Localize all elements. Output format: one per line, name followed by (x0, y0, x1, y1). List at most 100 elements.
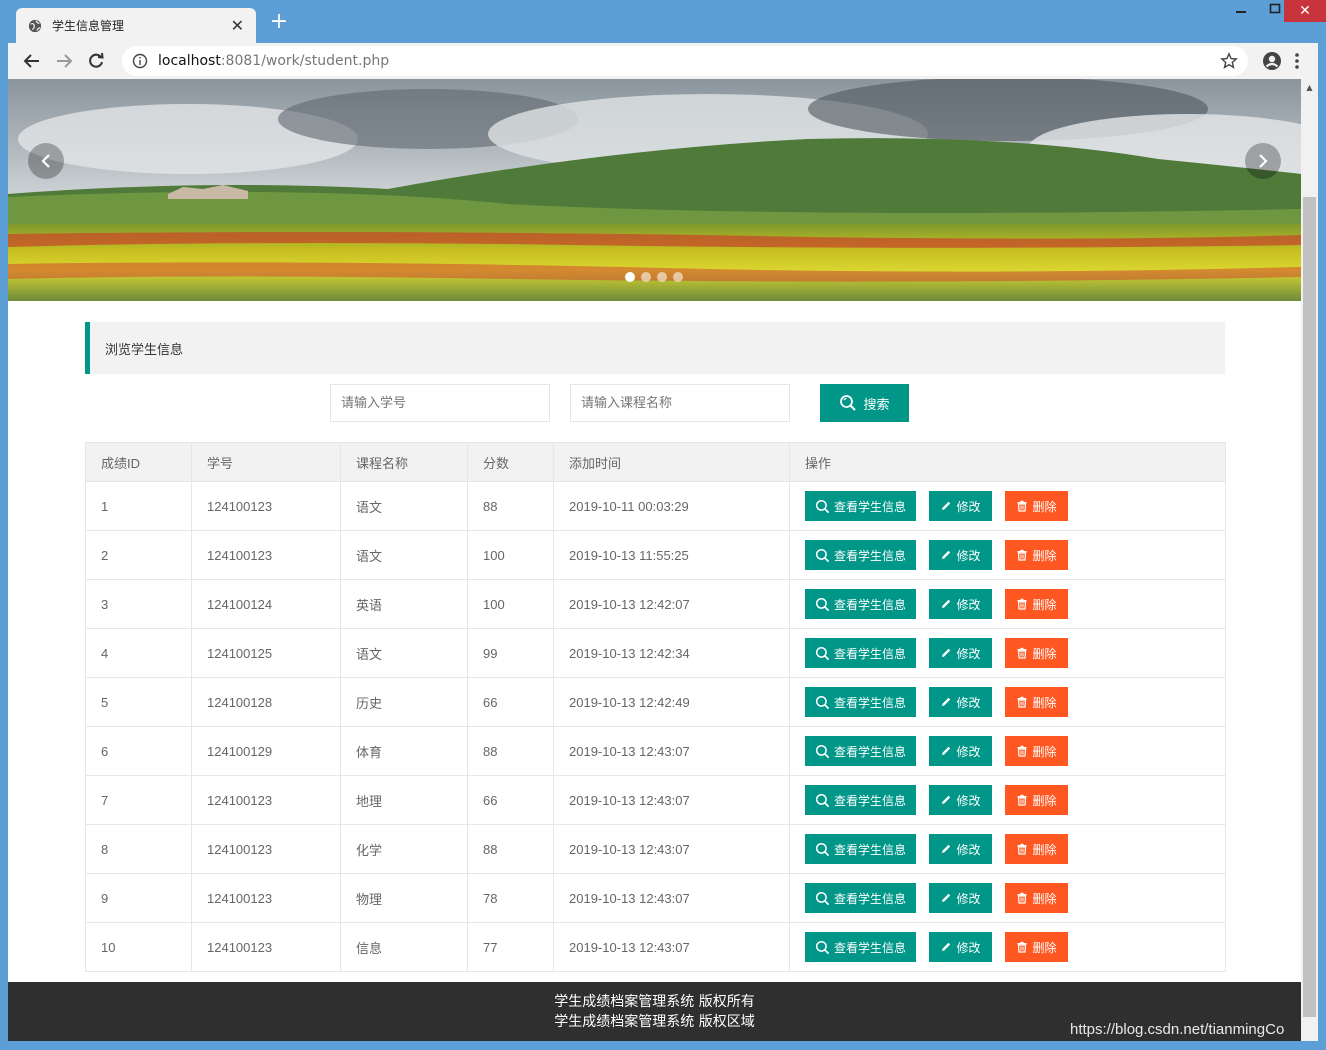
tab-close-icon[interactable]: ✕ (231, 17, 244, 34)
url-host: localhost (158, 53, 221, 69)
delete-button[interactable]: 删除 (1005, 834, 1068, 864)
bookmark-star-icon[interactable] (1220, 52, 1238, 70)
view-student-button[interactable]: 查看学生信息 (805, 687, 916, 717)
delete-button[interactable]: 删除 (1005, 589, 1068, 619)
cell-time: 2019-10-13 12:43:07 (553, 726, 790, 776)
course-name-input[interactable] (570, 384, 790, 422)
cell-course: 历史 (340, 677, 468, 727)
tab-title: 学生信息管理 (52, 19, 125, 33)
delete-button-label: 删除 (1032, 891, 1057, 906)
cell-id: 10 (85, 922, 192, 972)
edit-button[interactable]: 修改 (929, 834, 992, 864)
carousel-dot[interactable] (625, 272, 635, 282)
landscape-image (8, 79, 1301, 301)
menu-dots-icon[interactable] (1294, 52, 1300, 70)
cell-student-no: 124100125 (191, 628, 341, 678)
view-student-button[interactable]: 查看学生信息 (805, 785, 916, 815)
carousel-indicators (625, 272, 683, 282)
edit-button[interactable]: 修改 (929, 932, 992, 962)
cell-time: 2019-10-13 12:43:07 (553, 775, 790, 825)
edit-button-label: 修改 (956, 548, 981, 563)
table-row: 5 124100128 历史 66 2019-10-13 12:42:49 查看学生信息 修… (85, 677, 1226, 727)
cell-score: 88 (467, 726, 554, 776)
view-student-button[interactable]: 查看学生信息 (805, 834, 916, 864)
cell-time: 2019-10-13 12:43:07 (553, 873, 790, 923)
carousel-dot[interactable] (657, 272, 667, 282)
search-icon (815, 793, 830, 807)
view-student-button[interactable]: 查看学生信息 (805, 638, 916, 668)
view-button-label: 查看学生信息 (834, 548, 907, 563)
delete-button[interactable]: 删除 (1005, 491, 1068, 521)
table-row: 10 124100123 信息 77 2019-10-13 12:43:07 查看学生信息… (85, 922, 1226, 972)
student-id-input[interactable] (330, 384, 550, 422)
delete-button[interactable]: 删除 (1005, 638, 1068, 668)
cell-student-no: 124100129 (191, 726, 341, 776)
delete-button-label: 删除 (1032, 646, 1057, 661)
delete-button[interactable]: 删除 (1005, 883, 1068, 913)
view-student-button[interactable]: 查看学生信息 (805, 491, 916, 521)
cell-course: 化学 (340, 824, 468, 874)
edit-button-label: 修改 (956, 842, 981, 857)
search-icon (815, 891, 830, 905)
footer-line: 学生成绩档案管理系统 版权所有 (554, 994, 755, 1010)
reload-icon (89, 52, 104, 68)
info-icon[interactable] (132, 53, 148, 69)
scroll-up-icon[interactable]: ▲ (1301, 79, 1318, 96)
edit-button[interactable]: 修改 (929, 687, 992, 717)
window-close-icon[interactable]: ✕ (1284, 0, 1326, 22)
pencil-icon (942, 697, 951, 706)
cell-course: 物理 (340, 873, 468, 923)
view-student-button[interactable]: 查看学生信息 (805, 932, 916, 962)
edit-button[interactable]: 修改 (929, 540, 992, 570)
trash-icon (1017, 696, 1027, 708)
delete-button[interactable]: 删除 (1005, 736, 1068, 766)
watermark-text: https://blog.csdn.net/tianmingCo (1070, 1021, 1285, 1038)
cell-course: 语文 (340, 481, 468, 531)
carousel-prev-button[interactable] (28, 143, 64, 179)
address-bar[interactable]: localhost:8081/work/student.php (122, 46, 1248, 76)
delete-button[interactable]: 删除 (1005, 687, 1068, 717)
cell-actions: 查看学生信息 修改 删除 (789, 677, 1226, 727)
carousel-dot[interactable] (673, 272, 683, 282)
edit-button[interactable]: 修改 (929, 589, 992, 619)
new-tab-button[interactable]: + (268, 11, 290, 34)
cell-actions: 查看学生信息 修改 删除 (789, 824, 1226, 874)
edit-button-label: 修改 (956, 695, 981, 710)
edit-button[interactable]: 修改 (929, 491, 992, 521)
scroll-thumb[interactable] (1303, 197, 1316, 1017)
edit-button-label: 修改 (956, 891, 981, 906)
edit-button[interactable]: 修改 (929, 883, 992, 913)
delete-button[interactable]: 删除 (1005, 785, 1068, 815)
url-path: :8081/work/student.php (220, 53, 390, 69)
edit-button-label: 修改 (956, 940, 981, 955)
cell-id: 6 (85, 726, 192, 776)
banner-carousel[interactable] (8, 79, 1301, 301)
edit-button-label: 修改 (956, 597, 981, 612)
account-icon[interactable] (1262, 51, 1282, 71)
cell-student-no: 124100123 (191, 922, 341, 972)
cell-course: 英语 (340, 579, 468, 629)
reload-button[interactable] (82, 47, 110, 75)
search-button[interactable]: 搜索 (820, 384, 909, 422)
back-button[interactable] (18, 47, 46, 75)
pencil-icon (942, 648, 951, 657)
edit-button[interactable]: 修改 (929, 638, 992, 668)
carousel-dot[interactable] (641, 272, 651, 282)
minimize-icon[interactable] (1224, 0, 1258, 22)
view-button-label: 查看学生信息 (834, 499, 907, 514)
edit-button[interactable]: 修改 (929, 736, 992, 766)
view-student-button[interactable]: 查看学生信息 (805, 736, 916, 766)
carousel-next-button[interactable] (1245, 143, 1281, 179)
delete-button[interactable]: 删除 (1005, 540, 1068, 570)
trash-icon (1017, 892, 1027, 904)
view-student-button[interactable]: 查看学生信息 (805, 540, 916, 570)
delete-button-label: 删除 (1032, 744, 1057, 759)
cell-score: 66 (467, 775, 554, 825)
delete-button[interactable]: 删除 (1005, 932, 1068, 962)
view-student-button[interactable]: 查看学生信息 (805, 589, 916, 619)
forward-button[interactable] (50, 47, 78, 75)
browser-tab[interactable]: 学生信息管理 ✕ (16, 8, 256, 43)
view-student-button[interactable]: 查看学生信息 (805, 883, 916, 913)
vertical-scrollbar[interactable]: ▲ (1301, 79, 1318, 1041)
edit-button[interactable]: 修改 (929, 785, 992, 815)
